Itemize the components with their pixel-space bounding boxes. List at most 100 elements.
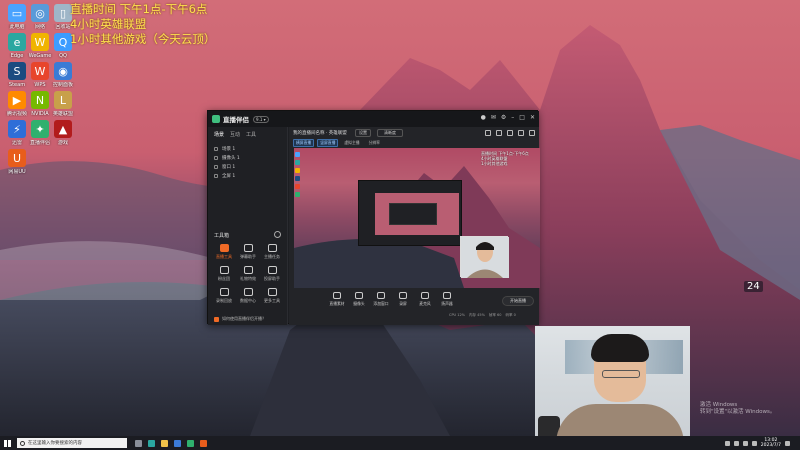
chip-resolution[interactable]: 分辨率 bbox=[366, 139, 383, 147]
tab-scenes[interactable]: 场景 bbox=[214, 131, 224, 138]
main-toolbar-icons bbox=[485, 130, 535, 136]
app-logo-icon bbox=[212, 115, 220, 123]
search-placeholder: 在这里输入你要搜索的内容 bbox=[28, 441, 82, 446]
scene-label: 全屏 1 bbox=[222, 173, 236, 179]
close-icon[interactable]: ✕ bbox=[530, 114, 535, 122]
clock[interactable]: 13:02 2023/7/7 bbox=[761, 438, 781, 448]
desktop-icon-league[interactable]: L 英雄联盟 bbox=[50, 91, 76, 117]
live-companion-icon[interactable] bbox=[187, 439, 194, 447]
gift-icon[interactable] bbox=[518, 130, 524, 136]
status-memory: 内存 45% bbox=[469, 313, 485, 317]
tab-interact[interactable]: 互动 bbox=[230, 131, 240, 138]
chip-portrait[interactable]: 竖屏直播 bbox=[317, 139, 339, 147]
settings-icon[interactable]: ⚙ bbox=[501, 114, 506, 122]
screenshot-icon[interactable] bbox=[485, 130, 491, 136]
volume-icon[interactable] bbox=[742, 440, 748, 446]
tool-item[interactable]: 投屏助手 bbox=[260, 266, 284, 282]
network-icon[interactable] bbox=[733, 440, 739, 446]
share-icon[interactable] bbox=[529, 130, 535, 136]
tray-up-icon[interactable] bbox=[724, 440, 730, 446]
eye-icon[interactable] bbox=[214, 155, 218, 160]
wegame-icon: W bbox=[31, 33, 49, 51]
tool-item[interactable]: 弹幕助手 bbox=[236, 244, 260, 260]
tool-item[interactable]: 录制回放 bbox=[212, 288, 236, 304]
edge-icon[interactable] bbox=[148, 439, 155, 447]
streaming-app-window[interactable]: 直播伴侣 9.1 ▾ ● ✉ ⚙ – □ ✕ 场景 互动 工具 场景 1 摄像头… bbox=[207, 110, 540, 325]
task-view-icon[interactable] bbox=[135, 439, 142, 447]
desktop-icon-control-panel[interactable]: ◉ 控制面板 bbox=[50, 62, 76, 88]
scene-label: 窗口 1 bbox=[222, 164, 236, 170]
mode-chips: 横屏直播 竖屏直播 虚拟主播 分辨率 bbox=[293, 139, 383, 147]
scene-item[interactable]: 摄像头 1 bbox=[214, 153, 281, 162]
quality-button[interactable]: 清晰度 bbox=[377, 129, 403, 137]
uu-icon: U bbox=[8, 149, 26, 167]
help-link-label: 如何使用直播伴侣开播？ bbox=[222, 316, 266, 321]
tool-item[interactable]: 礼物特效 bbox=[236, 266, 260, 282]
start-button[interactable] bbox=[0, 436, 14, 450]
version-badge[interactable]: 9.1 ▾ bbox=[253, 115, 269, 123]
mini-icon bbox=[295, 192, 300, 197]
tool-label: 更多工具 bbox=[264, 298, 280, 303]
help-icon bbox=[214, 316, 219, 322]
room-settings-button[interactable]: 设置 bbox=[355, 129, 371, 137]
tool-item[interactable]: 数据中心 bbox=[236, 288, 260, 304]
overlay-lol-line: 4小时英雄联盟 bbox=[70, 17, 147, 31]
mail-icon[interactable]: ✉ bbox=[491, 114, 496, 122]
desktop-icon-game[interactable]: ▲ 游戏 bbox=[50, 120, 76, 146]
file-explorer-icon[interactable] bbox=[161, 439, 168, 447]
tool-label: 礼物特效 bbox=[240, 276, 256, 281]
chip-virtual[interactable]: 虚拟主播 bbox=[341, 139, 362, 147]
xunlei-icon: ⚡ bbox=[8, 120, 26, 138]
window-controls: ● ✉ ⚙ – □ ✕ bbox=[481, 114, 535, 122]
layout-icon[interactable] bbox=[496, 130, 502, 136]
tool-item[interactable]: 更多工具 bbox=[260, 288, 284, 304]
add-window-button[interactable]: 添加窗口 bbox=[373, 292, 389, 307]
tool-item[interactable]: 主播任务 bbox=[260, 244, 284, 260]
notification-icon[interactable] bbox=[785, 440, 790, 446]
screen-icon bbox=[399, 292, 407, 299]
app-titlebar[interactable]: 直播伴侣 9.1 ▾ ● ✉ ⚙ – □ ✕ bbox=[208, 111, 539, 127]
toolbar-label: 直播素材 bbox=[329, 301, 345, 306]
floating-widget-number[interactable]: 24 bbox=[744, 281, 763, 292]
activate-windows-watermark: 激活 Windows 转到"设置"以激活 Windows。 bbox=[700, 402, 775, 416]
scene-item[interactable]: 全屏 1 bbox=[214, 171, 281, 180]
eye-icon[interactable] bbox=[214, 173, 218, 178]
app-title: 直播伴侣 bbox=[223, 116, 249, 124]
camera-button[interactable]: 摄像头 bbox=[351, 292, 367, 307]
tab-tools[interactable]: 工具 bbox=[246, 131, 256, 138]
maximize-icon[interactable]: □ bbox=[519, 114, 525, 122]
minimize-icon[interactable]: – bbox=[511, 114, 514, 122]
material-icon bbox=[333, 292, 341, 299]
desktop-icon-uu[interactable]: U 网易UU bbox=[4, 149, 30, 175]
taskbar-search[interactable]: 在这里输入你要搜索的内容 bbox=[17, 438, 127, 448]
toolbar-label: 录屏 bbox=[399, 301, 407, 306]
start-live-button[interactable]: 开始直播 bbox=[502, 296, 534, 306]
eye-icon[interactable] bbox=[214, 164, 218, 169]
tool-item[interactable]: 直播工具 bbox=[212, 244, 236, 260]
input-method-icon[interactable] bbox=[751, 440, 757, 446]
chip-landscape[interactable]: 横屏直播 bbox=[293, 139, 315, 147]
avatar-icon[interactable]: ● bbox=[481, 114, 486, 122]
game-icon[interactable] bbox=[200, 439, 207, 447]
league-icon: L bbox=[54, 91, 72, 109]
tools-settings-icon[interactable] bbox=[274, 231, 281, 238]
link-icon[interactable] bbox=[507, 130, 513, 136]
window-icon bbox=[377, 292, 385, 299]
screen-record-button[interactable]: 录屏 bbox=[395, 292, 411, 307]
room-title[interactable]: 我的直播间名称 · 英雄联盟 bbox=[293, 130, 347, 136]
help-link[interactable]: 如何使用直播伴侣开播？ bbox=[214, 316, 266, 322]
camera-icon bbox=[355, 292, 363, 299]
store-icon[interactable] bbox=[174, 439, 181, 447]
tool-label: 投屏助手 bbox=[264, 276, 280, 281]
source-material-button[interactable]: 直播素材 bbox=[329, 292, 345, 307]
speaker-button[interactable]: 扬声器 bbox=[439, 292, 455, 307]
microphone-button[interactable]: 麦克风 bbox=[417, 292, 433, 307]
scene-item[interactable]: 场景 1 bbox=[214, 144, 281, 153]
tool-item[interactable]: 粉丝团 bbox=[212, 266, 236, 282]
eye-icon[interactable] bbox=[214, 146, 218, 151]
desktop-icon-label: 英雄联盟 bbox=[52, 111, 73, 117]
tools-heading: 工具箱 bbox=[214, 233, 230, 239]
scene-item[interactable]: 窗口 1 bbox=[214, 162, 281, 171]
nested-app-preview bbox=[358, 180, 462, 246]
stream-preview[interactable]: 直播时间 下午1点-下午6点 4小时英雄联盟 1小时其他游戏 bbox=[294, 148, 540, 288]
